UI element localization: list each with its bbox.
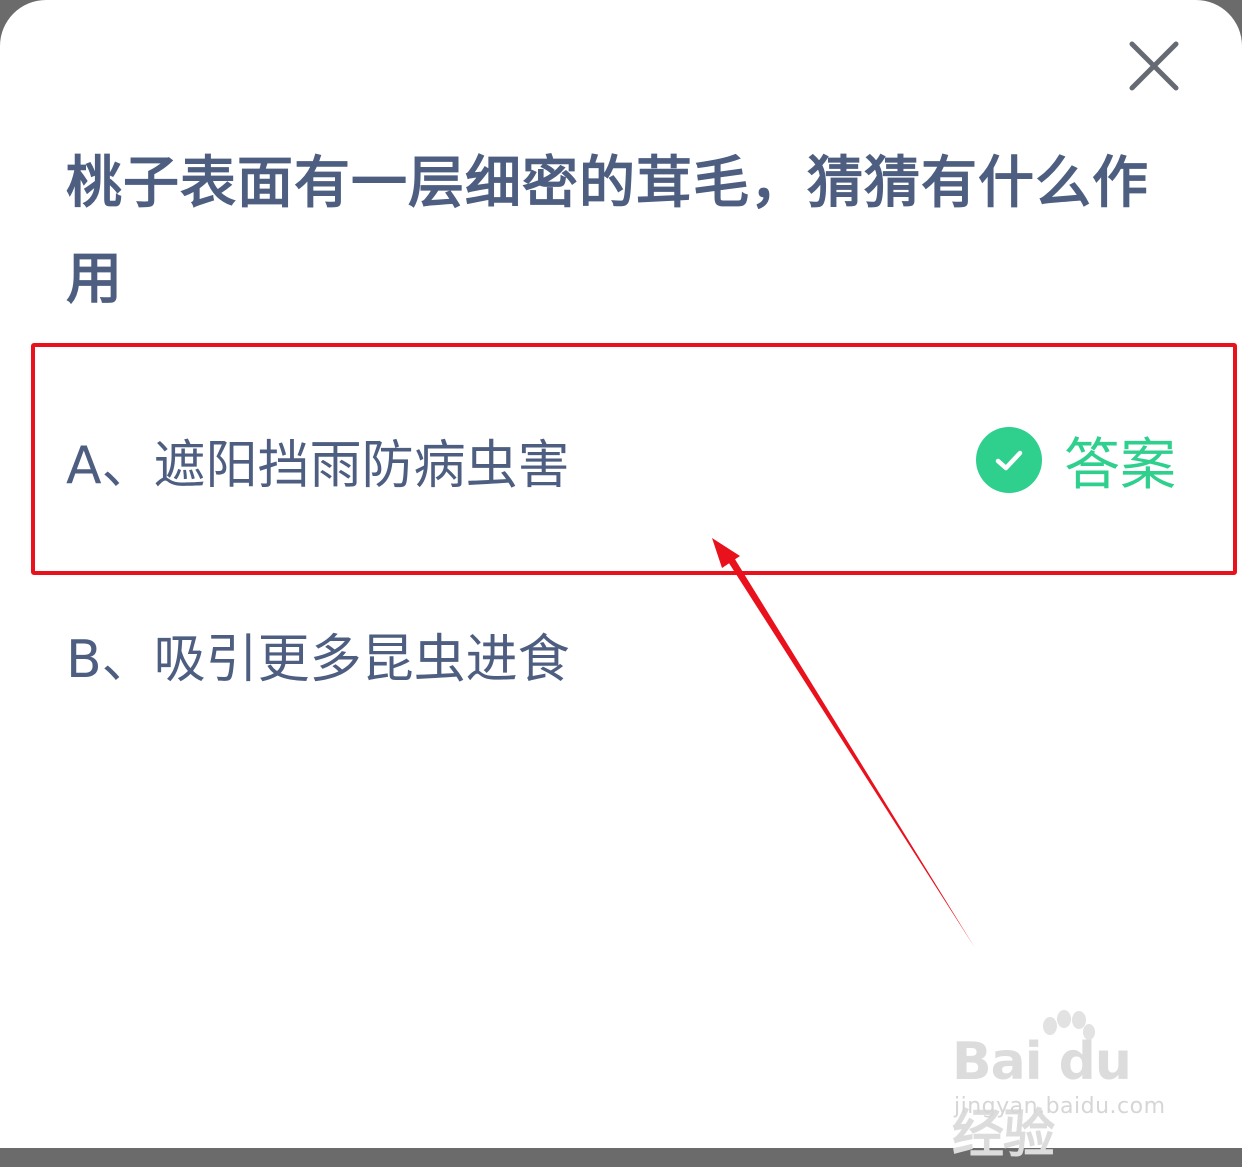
check-circle-icon: [976, 427, 1042, 493]
close-button[interactable]: [1124, 36, 1184, 96]
answer-indicator: 答案: [976, 420, 1176, 501]
quiz-dialog: 桃子表面有一层细密的茸毛，猜猜有什么作用 A、遮阳挡雨防病虫害 答案 B、吸引更…: [0, 0, 1242, 1148]
option-a[interactable]: A、遮阳挡雨防病虫害 答案: [66, 410, 1176, 510]
answer-label: 答案: [1064, 432, 1176, 498]
option-a-label: A、遮阳挡雨防病虫害: [66, 435, 570, 496]
option-b[interactable]: B、吸引更多昆虫进食: [66, 604, 1176, 704]
option-b-label: B、吸引更多昆虫进食: [66, 629, 570, 690]
question-title: 桃子表面有一层细密的茸毛，猜猜有什么作用: [66, 151, 1149, 312]
close-icon: [1129, 41, 1179, 91]
